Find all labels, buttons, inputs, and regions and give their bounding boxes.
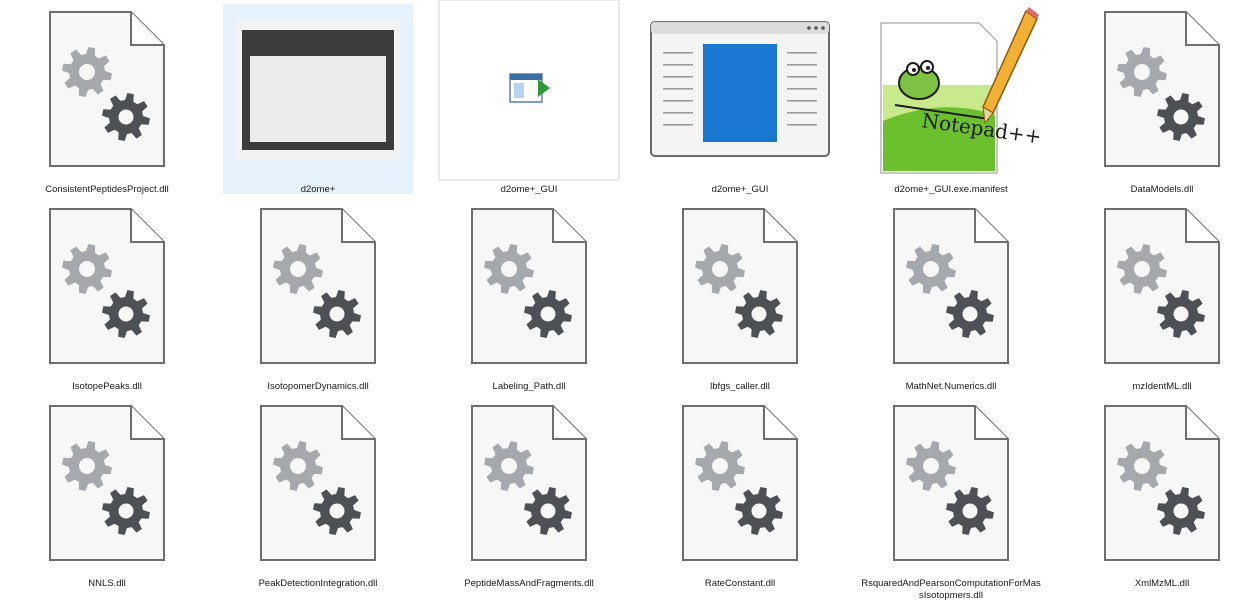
dll-file-icon bbox=[1067, 201, 1234, 373]
file-item[interactable]: ConsistentPeptidesProject.dll bbox=[12, 4, 202, 195]
file-name-label: d2ome+_GUI.exe.manifest bbox=[894, 184, 1008, 195]
dll-file-icon bbox=[645, 398, 835, 570]
file-item[interactable]: Labeling_Path.dll bbox=[434, 201, 624, 392]
file-name-label: RsquaredAndPearsonComputationForMassIsot… bbox=[861, 578, 1041, 601]
file-name-label: DataModels.dll bbox=[1130, 184, 1194, 195]
file-name-label: lbfgs_caller.dll bbox=[710, 381, 770, 392]
file-name-label: ConsistentPeptidesProject.dll bbox=[45, 184, 169, 195]
file-item[interactable]: PeakDetectionIntegration.dll bbox=[223, 398, 413, 589]
file-name-label: RateConstant.dll bbox=[704, 578, 776, 589]
dll-file-icon bbox=[1067, 4, 1234, 176]
file-item[interactable]: XmlMzML.dll bbox=[1067, 398, 1234, 589]
file-name-label: Labeling_Path.dll bbox=[492, 381, 566, 392]
file-item[interactable]: IsotopePeaks.dll bbox=[12, 201, 202, 392]
file-item[interactable]: lbfgs_caller.dll bbox=[645, 201, 835, 392]
notepad-plus-plus-icon: Notepad++ bbox=[856, 4, 1046, 176]
folder-preview-icon bbox=[223, 4, 413, 176]
file-name-label: PeakDetectionIntegration.dll bbox=[258, 578, 378, 589]
dll-file-icon bbox=[1067, 398, 1234, 570]
file-item[interactable]: NNLS.dll bbox=[12, 398, 202, 589]
dll-file-icon bbox=[645, 201, 835, 373]
file-item[interactable]: MathNet.Numerics.dll bbox=[856, 201, 1046, 392]
dll-file-icon bbox=[856, 201, 1046, 373]
file-item[interactable]: RsquaredAndPearsonComputationForMassIsot… bbox=[856, 398, 1046, 601]
dll-file-icon bbox=[434, 201, 624, 373]
file-name-label: mzIdentML.dll bbox=[1132, 381, 1192, 392]
dll-file-icon bbox=[12, 201, 202, 373]
file-item[interactable]: d2ome+ bbox=[223, 4, 413, 195]
file-item[interactable]: d2ome+_GUI bbox=[434, 0, 624, 195]
dll-file-icon bbox=[12, 398, 202, 570]
file-name-label: NNLS.dll bbox=[88, 578, 126, 589]
file-name-label: PeptideMassAndFragments.dll bbox=[464, 578, 594, 589]
dll-file-icon bbox=[434, 398, 624, 570]
file-name-label: d2ome+_GUI bbox=[711, 184, 769, 195]
file-name-label: MathNet.Numerics.dll bbox=[905, 381, 997, 392]
file-name-label: d2ome+ bbox=[300, 184, 336, 195]
file-item[interactable]: DataModels.dll bbox=[1067, 4, 1234, 195]
app-exe-icon bbox=[434, 0, 624, 181]
file-item[interactable]: d2ome+_GUI bbox=[645, 4, 835, 195]
dll-file-icon bbox=[856, 398, 1046, 570]
file-name-label: d2ome+_GUI bbox=[500, 184, 558, 195]
file-name-label: IsotopePeaks.dll bbox=[72, 381, 142, 392]
dll-file-icon bbox=[12, 4, 202, 176]
dll-file-icon bbox=[223, 201, 413, 373]
file-item[interactable]: mzIdentML.dll bbox=[1067, 201, 1234, 392]
file-name-label: IsotopomerDynamics.dll bbox=[267, 381, 369, 392]
file-name-label: XmlMzML.dll bbox=[1134, 578, 1190, 589]
file-item[interactable]: PeptideMassAndFragments.dll bbox=[434, 398, 624, 589]
dll-file-icon bbox=[223, 398, 413, 570]
file-item[interactable]: Notepad++ d2ome+_GUI.exe.manifest bbox=[856, 4, 1046, 195]
file-item[interactable]: IsotopomerDynamics.dll bbox=[223, 201, 413, 392]
file-item[interactable]: RateConstant.dll bbox=[645, 398, 835, 589]
file-grid: ConsistentPeptidesProject.dll d2ome+ d2o… bbox=[0, 0, 1234, 616]
app-window-icon bbox=[645, 4, 835, 176]
